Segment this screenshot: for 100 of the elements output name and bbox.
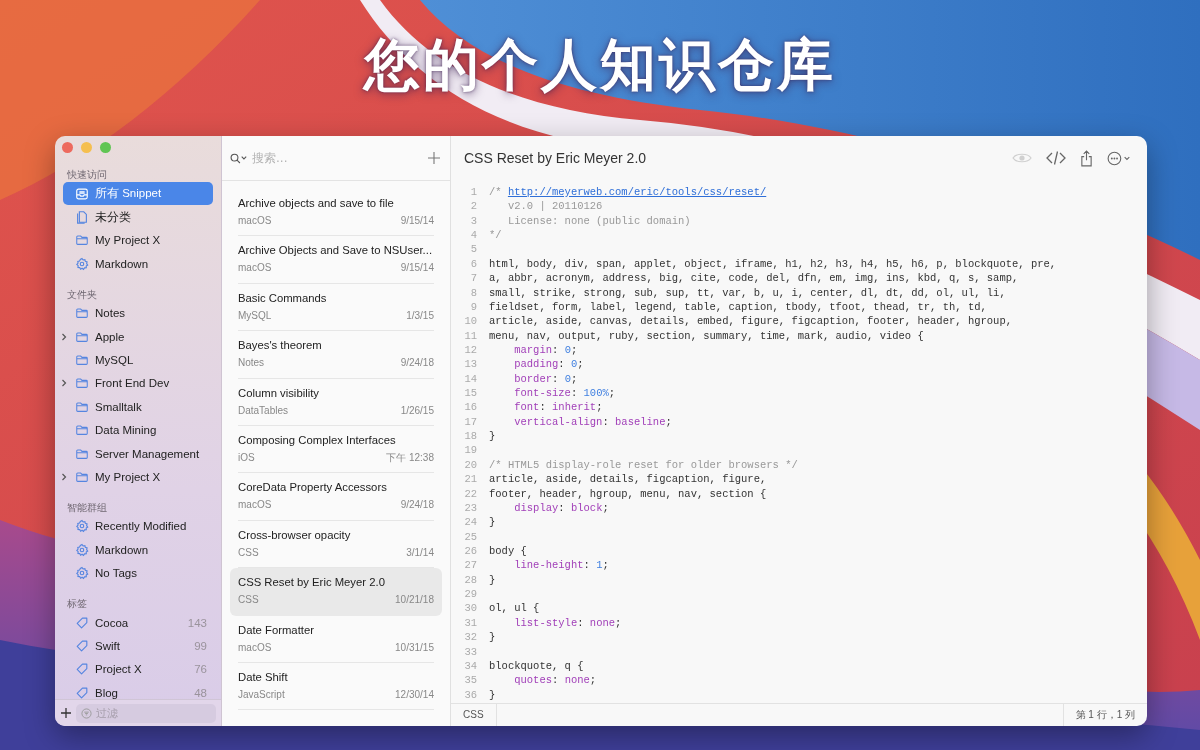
- list-entry[interactable]: CSS Reset by Eric Meyer 2.0 CSS 10/21/18: [230, 568, 442, 616]
- code-line: footer, header, hgroup, menu, nav, section {: [489, 486, 767, 501]
- snippet-folder: CSS: [238, 594, 259, 607]
- code-line: quotes: none;: [513, 673, 597, 688]
- snippet-title: Bayes's theorem: [238, 338, 323, 353]
- code-line: License: none (public domain): [506, 213, 691, 229]
- code-line: }: [489, 572, 496, 588]
- list-entry[interactable]: Date Formatter macOS 10/31/15: [230, 615, 442, 663]
- list-entry[interactable]: Composing Complex Interfaces iOS 下午 12:38: [230, 425, 442, 474]
- snippet-folder: DataTables: [238, 404, 289, 417]
- sidebar-item[interactable]: MySQL: [63, 348, 213, 372]
- sidebar-item[interactable]: My Project X: [63, 228, 213, 253]
- code-link[interactable]: http://meyerweb.com/eric/tools/css/reset/: [507, 186, 767, 198]
- code-line: padding: 0;: [513, 357, 584, 372]
- list-entry[interactable]: Bayes's theorem Notes 9/24/18: [230, 331, 442, 379]
- line-number: 18: [463, 429, 477, 444]
- snippet-date: 3/1/14: [406, 546, 434, 559]
- code-line: border: 0;: [513, 371, 578, 387]
- code-line: list-style: none;: [513, 615, 622, 631]
- snippet-title: Date Shift: [238, 669, 289, 684]
- snippet-date: 10/21/18: [395, 594, 434, 607]
- code-line: }: [489, 429, 496, 444]
- snippet-folder: JavaScript: [238, 688, 285, 701]
- line-number: 20: [463, 457, 477, 473]
- code-line: font: inherit;: [513, 400, 603, 415]
- item-count: 48: [194, 686, 207, 699]
- sidebar-item[interactable]: Data Mining: [63, 418, 213, 442]
- section-heading: 文件夹: [66, 287, 98, 302]
- sidebar-item[interactable]: 未分类: [63, 205, 213, 229]
- list-entry[interactable]: Archive objects and save to file macOS 9/15/14: [230, 189, 442, 237]
- code-line: /* HTML5 display-role reset for older browsers */: [489, 457, 798, 473]
- line-number: 14: [463, 371, 477, 387]
- line-number: 13: [463, 357, 477, 372]
- snippet-title: Composing Complex Interfaces: [238, 432, 397, 447]
- section-heading: 智能群组: [66, 500, 108, 515]
- item-count: 76: [194, 663, 207, 676]
- sidebar-item[interactable]: Markdown: [63, 252, 213, 276]
- item-count: 99: [194, 639, 207, 652]
- snippet-folder: macOS: [238, 262, 272, 275]
- sidebar-item[interactable]: Smalltalk: [63, 395, 213, 419]
- snippet-folder: macOS: [238, 215, 272, 227]
- code-line: body {: [489, 544, 527, 559]
- sidebar-item[interactable]: Project X 76: [63, 657, 213, 682]
- line-number: 29: [463, 587, 477, 602]
- section-heading: 快速访问: [66, 168, 108, 182]
- code-line: line-height: 1;: [513, 558, 609, 573]
- list-entry[interactable]: Basic Commands MySQL 1/3/15: [230, 283, 442, 332]
- snippet-title: Date Formatter: [238, 622, 315, 637]
- sidebar-item[interactable]: Apple: [63, 324, 213, 349]
- sidebar-item[interactable]: Markdown: [63, 538, 213, 562]
- code-line: /* http://meyerweb.com/eric/tools/css/reset/: [489, 185, 767, 200]
- line-number: 1: [469, 185, 477, 200]
- list-entry[interactable]: Cross-browser opacity CSS 3/1/14: [230, 520, 442, 569]
- line-number: 11: [463, 328, 477, 343]
- code-line: }: [489, 515, 496, 530]
- line-number: 34: [463, 658, 477, 674]
- list-entry[interactable]: Column visibility DataTables 1/26/15: [230, 378, 442, 426]
- search-input[interactable]: 搜索...: [252, 151, 392, 165]
- sidebar-item[interactable]: My Project X: [63, 465, 213, 489]
- snippet-title: Archive objects and save to file: [238, 196, 395, 210]
- code-line: display: block;: [513, 500, 609, 516]
- language-label[interactable]: CSS: [451, 704, 497, 726]
- sidebar-item[interactable]: Front End Dev: [63, 371, 213, 396]
- list-entry[interactable]: Archive Objects and Save to NSUser... macOS 9/15/14: [230, 236, 442, 284]
- snippet-date: 9/15/14: [400, 215, 434, 227]
- line-number: 27: [463, 558, 477, 573]
- sidebar-item[interactable]: No Tags: [63, 561, 213, 585]
- code-line: fieldset, form, label, legend, table, caption, tbody, tfoot, thead, tr, th, td,: [489, 299, 987, 315]
- sidebar-item[interactable]: Notes: [63, 301, 213, 325]
- line-number: 4: [469, 228, 477, 243]
- snippet-folder: macOS: [238, 499, 272, 512]
- code-line: small, strike, strong, sub, sup, tt, var, b, u, i, center, dl, dt, dd, ol, ul, li,: [489, 285, 1006, 300]
- line-number: 35: [463, 673, 477, 688]
- sidebar-item[interactable]: Recently Modified: [63, 514, 213, 539]
- sidebar-item[interactable]: Swift 99: [63, 634, 213, 658]
- sidebar-item[interactable]: Cocoa 143: [63, 610, 213, 635]
- line-number: 36: [463, 687, 477, 702]
- line-number: 22: [463, 486, 477, 501]
- code-line: v2.0 | 20110126: [506, 199, 603, 214]
- line-number: 5: [469, 242, 477, 257]
- snippet-title: Basic Commands: [238, 290, 328, 305]
- line-number: 26: [463, 544, 477, 559]
- code-line: margin: 0;: [513, 342, 578, 358]
- line-number: 2: [469, 199, 477, 214]
- line-number: 28: [463, 572, 477, 588]
- section-heading: 标签: [66, 596, 88, 611]
- sidebar-item[interactable]: Server Management: [63, 441, 213, 466]
- list-entry[interactable]: CoreData Property Accessors macOS 9/24/18: [230, 473, 442, 521]
- snippet-date: 10/31/15: [395, 641, 434, 654]
- code-line: }: [489, 687, 496, 702]
- list-entry[interactable]: Date Shift JavaScript 12/30/14: [230, 662, 442, 711]
- cursor-position: 第 1 行，1 列: [1062, 704, 1147, 726]
- sidebar-item[interactable]: 所有 Snippet: [63, 182, 213, 206]
- line-number: 6: [469, 256, 477, 272]
- code-line: */: [489, 228, 502, 243]
- line-number: 15: [463, 386, 477, 401]
- sidebar-item[interactable]: Blog 48: [63, 681, 213, 699]
- line-number: 24: [463, 515, 477, 530]
- item-count: 143: [187, 616, 207, 629]
- code-line: article, aside, canvas, details, embed, figure, figcaption, footer, header, hgroup,: [489, 314, 1012, 329]
